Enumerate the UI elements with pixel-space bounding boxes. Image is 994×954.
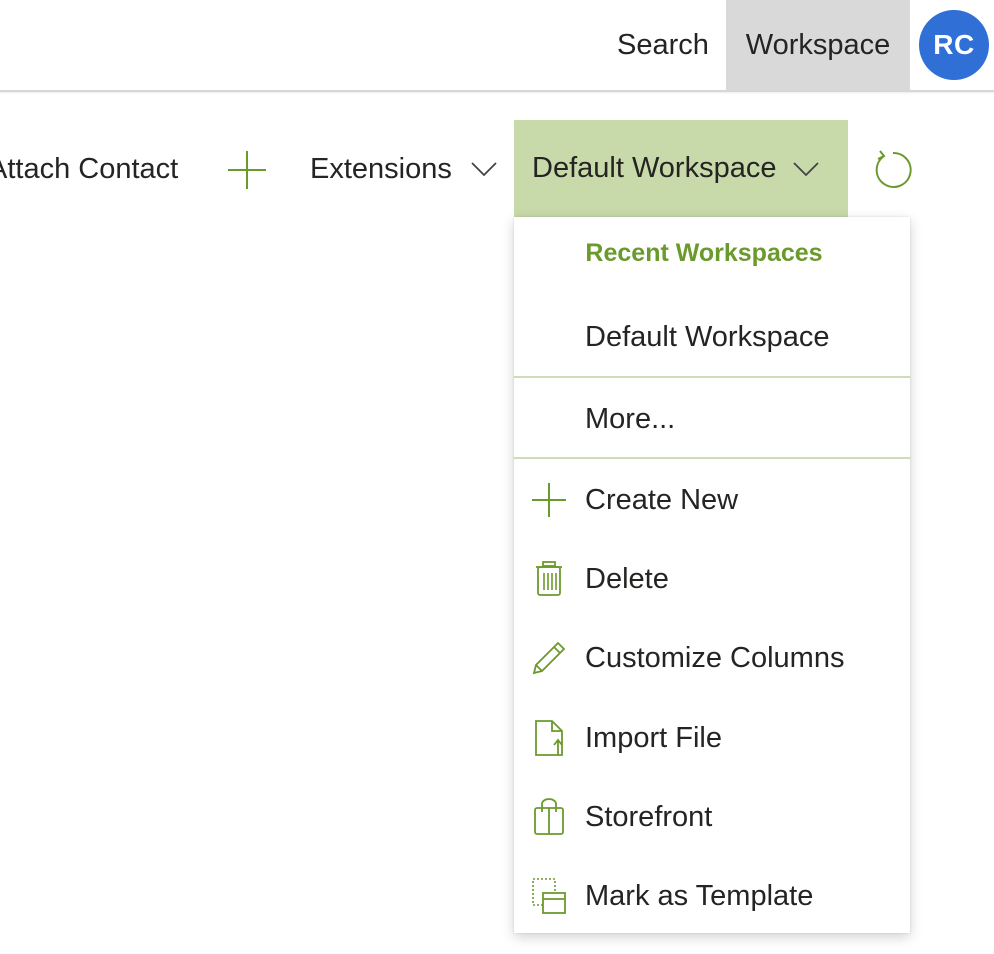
refresh-button[interactable] — [870, 147, 916, 193]
recent-workspace-label: Default Workspace — [585, 320, 830, 353]
workspace-nav-label: Workspace — [745, 28, 891, 61]
recent-workspaces-header: Recent Workspaces — [585, 239, 823, 267]
top-navigation-bar: Search Workspace RC — [0, 0, 994, 92]
attach-contact-button[interactable]: Attach Contact — [0, 121, 178, 217]
mark-as-template-label: Mark as Template — [585, 879, 814, 912]
mark-as-template-item[interactable]: Mark as Template — [514, 868, 910, 924]
workspace-dropdown-menu: Recent Workspaces Default Workspace More… — [514, 217, 910, 933]
storefront-label: Storefront — [585, 800, 713, 833]
chevron-down-icon — [471, 162, 497, 177]
import-file-item[interactable]: Import File — [514, 710, 910, 766]
search-nav-label: Search — [617, 28, 709, 61]
attach-contact-label: Attach Contact — [0, 152, 179, 185]
workspace-nav-item[interactable]: Workspace — [726, 0, 910, 90]
avatar-initials: RC — [933, 29, 975, 60]
trash-icon — [530, 560, 568, 598]
shopping-bag-icon — [530, 798, 568, 836]
refresh-icon — [875, 150, 912, 188]
import-file-label: Import File — [585, 721, 722, 754]
delete-label: Delete — [585, 562, 669, 595]
more-label: More... — [585, 402, 676, 435]
workspace-selector-dropdown[interactable]: Default Workspace — [514, 120, 848, 217]
search-nav-item[interactable]: Search — [606, 0, 720, 90]
create-new-label: Create New — [585, 483, 739, 516]
add-button[interactable] — [224, 147, 270, 193]
recent-workspace-item[interactable]: Default Workspace — [514, 309, 910, 365]
workspace-selector-label: Default Workspace — [532, 152, 777, 184]
chevron-down-icon — [793, 161, 820, 176]
create-new-item[interactable]: Create New — [514, 472, 910, 528]
delete-item[interactable]: Delete — [514, 551, 910, 607]
plus-icon — [530, 481, 568, 519]
more-workspaces-item[interactable]: More... — [514, 391, 910, 447]
pencil-icon — [530, 639, 568, 677]
extensions-dropdown[interactable]: Extensions — [310, 121, 498, 217]
user-avatar[interactable]: RC — [919, 10, 989, 80]
extensions-label: Extensions — [310, 152, 452, 185]
template-icon — [530, 877, 568, 915]
file-import-icon — [530, 719, 568, 757]
plus-icon — [228, 151, 266, 189]
menu-divider — [514, 457, 910, 459]
menu-divider — [514, 376, 910, 378]
customize-columns-item[interactable]: Customize Columns — [514, 630, 910, 686]
customize-columns-label: Customize Columns — [585, 641, 845, 674]
storefront-item[interactable]: Storefront — [514, 789, 910, 845]
